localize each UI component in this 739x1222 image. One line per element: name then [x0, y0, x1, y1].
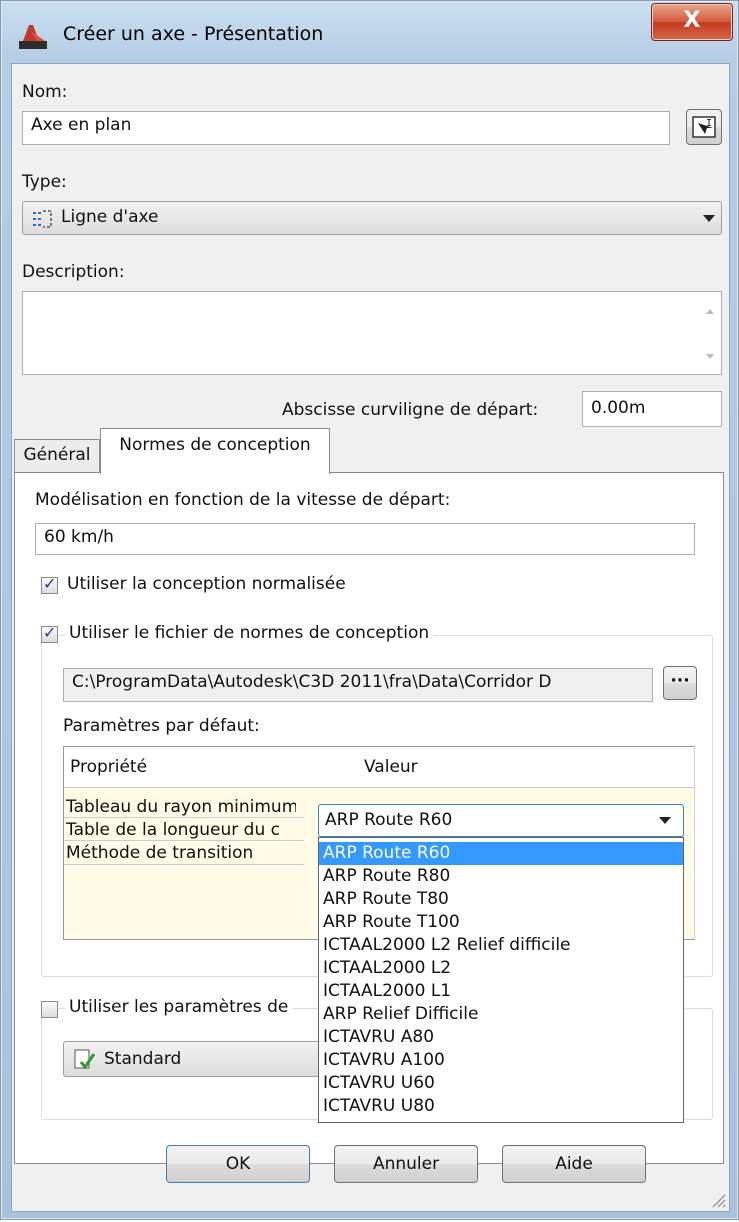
svg-text:I: I	[706, 118, 712, 129]
use-design-criteria-checkbox[interactable]: ✓	[41, 574, 58, 594]
type-value: Ligne d'axe	[61, 207, 159, 227]
name-label: Nom:	[22, 82, 68, 102]
cancel-button[interactable]: Annuler	[334, 1145, 478, 1183]
dropdown-option[interactable]: ICTAAL2000 L1	[319, 980, 683, 1003]
grid-header-value: Valeur	[364, 757, 418, 777]
description-label: Description:	[22, 262, 125, 282]
description-textarea[interactable]	[22, 291, 722, 375]
dropdown-option[interactable]: ARP Route R60	[319, 842, 683, 865]
type-dropdown[interactable]: Ligne d'axe	[22, 201, 722, 235]
dialog-window: Créer un axe - Présentation X Nom: Axe e…	[0, 0, 739, 1220]
use-check-set-checkbox[interactable]	[41, 1001, 58, 1018]
start-station-input[interactable]: 0.00m	[582, 391, 722, 427]
use-criteria-file-checkbox[interactable]: ✓	[41, 623, 58, 643]
dropdown-option[interactable]: ARP Relief Difficile	[319, 1003, 683, 1026]
description-scrollbar[interactable]	[699, 292, 721, 374]
grid-row-property[interactable]: Tableau du rayon minimum	[66, 797, 296, 817]
check-set-icon	[74, 1049, 96, 1070]
close-button[interactable]: X	[651, 3, 733, 41]
ellipsis-icon: ···	[670, 671, 690, 691]
min-radius-value-dropdown[interactable]: ARP Route R60	[318, 804, 684, 837]
grid-header-property: Propriété	[70, 757, 148, 777]
chevron-down-icon	[703, 215, 715, 222]
default-parameters-label: Paramètres par défaut:	[63, 716, 260, 736]
checkmark-icon: ✓	[43, 623, 57, 642]
starting-speed-label: Modélisation en fonction de la vitesse d…	[35, 490, 451, 510]
resize-grip-icon[interactable]	[709, 1191, 727, 1209]
name-template-button[interactable]: I	[686, 109, 722, 145]
browse-file-button[interactable]: ···	[663, 666, 697, 700]
dropdown-option[interactable]: ICTAVRU A100	[319, 1049, 683, 1072]
title-bar[interactable]: Créer un axe - Présentation X	[1, 1, 738, 63]
dropdown-options-list: ARP Route R60 ARP Route R80 ARP Route T80 A…	[318, 837, 684, 1123]
checkmark-icon: ✓	[43, 574, 57, 593]
dropdown-option[interactable]: ICTAAL2000 L2 Relief difficile	[319, 934, 683, 957]
dropdown-option[interactable]: ARP Route T100	[319, 911, 683, 934]
close-icon: X	[683, 8, 701, 33]
civil3d-app-icon	[19, 25, 47, 49]
dropdown-option[interactable]: ICTAAL2000 L2	[319, 957, 683, 980]
use-criteria-file-label: Utiliser le fichier de normes de concept…	[65, 623, 434, 643]
tab-design-criteria[interactable]: Normes de conception	[100, 428, 330, 474]
use-design-criteria-label: Utiliser la conception normalisée	[67, 574, 346, 594]
tab-general[interactable]: Général	[14, 439, 100, 472]
scroll-arrows-icon	[706, 309, 714, 359]
centerline-icon	[33, 210, 52, 228]
check-set-value: Standard	[104, 1049, 182, 1069]
criteria-file-path: C:\ProgramData\Autodesk\C3D 2011\fra\Dat…	[63, 668, 653, 702]
min-radius-value: ARP Route R60	[325, 810, 453, 830]
dropdown-option[interactable]: ICTAVRU U80	[319, 1095, 683, 1118]
dropdown-option[interactable]: ICTAVRU A80	[319, 1026, 683, 1049]
use-check-set-label: Utiliser les paramètres de	[65, 997, 293, 1017]
ok-button[interactable]: OK	[166, 1145, 310, 1183]
type-label: Type:	[22, 172, 67, 192]
dropdown-option[interactable]: ARP Route T80	[319, 888, 683, 911]
grid-row-property[interactable]: Méthode de transition	[66, 843, 296, 863]
window-title: Créer un axe - Présentation	[63, 23, 324, 45]
grid-divider	[64, 817, 304, 818]
chevron-down-icon	[659, 817, 671, 824]
name-template-icon: I	[692, 116, 716, 138]
grid-divider	[64, 840, 304, 841]
grid-row-property[interactable]: Table de la longueur du c	[66, 820, 296, 840]
grid-divider	[64, 864, 304, 865]
name-input[interactable]: Axe en plan	[22, 111, 670, 145]
start-station-label: Abscisse curviligne de départ:	[282, 400, 539, 420]
dropdown-option[interactable]: ARP Route R80	[319, 865, 683, 888]
starting-speed-input[interactable]: 60 km/h	[35, 523, 695, 555]
dialog-body: Nom: Axe en plan I Type: Ligne d'axe Des…	[11, 63, 730, 1212]
dropdown-option[interactable]: ICTAVRU U60	[319, 1072, 683, 1095]
help-button[interactable]: Aide	[502, 1145, 646, 1183]
